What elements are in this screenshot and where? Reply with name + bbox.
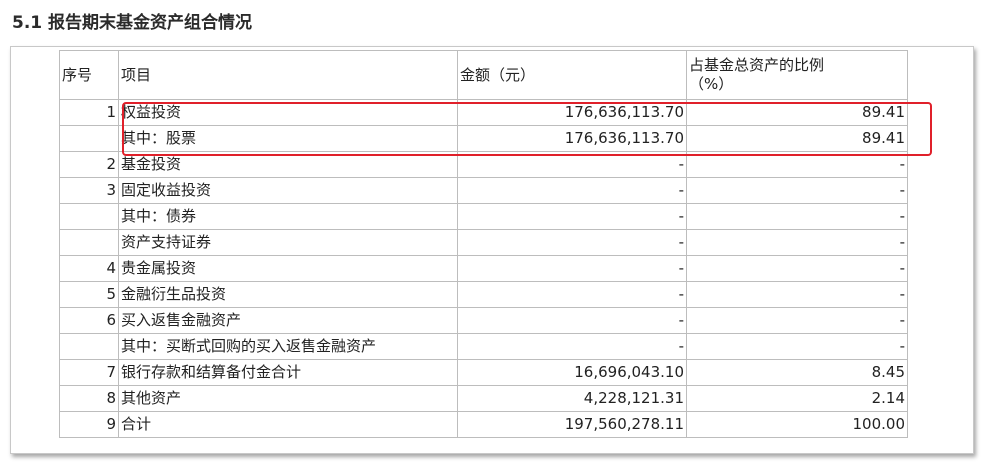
row-no: 4 [59, 255, 119, 282]
table-row: 5 金融衍生品投资 - - [59, 281, 908, 308]
header-no: 序号 [59, 50, 119, 100]
row-percent: 2.14 [686, 385, 908, 412]
row-amount: 176,636,113.70 [457, 99, 687, 126]
row-item: 其中：买断式回购的买入返售金融资产 [118, 333, 458, 360]
row-item: 合计 [118, 411, 458, 438]
row-amount: - [457, 333, 687, 360]
row-no: 6 [59, 307, 119, 334]
header-percent-line1: 占基金总资产的比例 [689, 56, 825, 74]
asset-allocation-table: 序号 项目 金额（元） 占基金总资产的比例 （%） 1 权益投资 176,636,1… [59, 50, 908, 438]
section-title: 5.1 报告期末基金资产组合情况 [12, 13, 253, 33]
table-row: 其中：债券 - - [59, 203, 908, 230]
row-item: 其他资产 [118, 385, 458, 412]
row-item: 基金投资 [118, 151, 458, 178]
table-row: 其中：买断式回购的买入返售金融资产 - - [59, 333, 908, 360]
row-item: 金融衍生品投资 [118, 281, 458, 308]
row-item: 银行存款和结算备付金合计 [118, 359, 458, 386]
row-amount: 4,228,121.31 [457, 385, 687, 412]
row-percent: 89.41 [686, 125, 908, 152]
row-item: 其中：债券 [118, 203, 458, 230]
row-percent: - [686, 281, 908, 308]
row-item: 权益投资 [118, 99, 458, 126]
row-percent: - [686, 255, 908, 282]
header-percent: 占基金总资产的比例 （%） [686, 50, 908, 100]
row-amount: - [457, 151, 687, 178]
table-row: 2 基金投资 - - [59, 151, 908, 178]
row-percent: - [686, 307, 908, 334]
header-row: 序号 项目 金额（元） 占基金总资产的比例 （%） [59, 50, 908, 100]
table-row: 其中：股票 176,636,113.70 89.41 [59, 125, 908, 152]
row-no [59, 203, 119, 230]
table-row: 7 银行存款和结算备付金合计 16,696,043.10 8.45 [59, 359, 908, 386]
table-row: 8 其他资产 4,228,121.31 2.14 [59, 385, 908, 412]
header-percent-line2: （%） [689, 75, 734, 93]
table-panel: 序号 项目 金额（元） 占基金总资产的比例 （%） 1 权益投资 176,636,1… [10, 46, 974, 454]
row-percent: - [686, 151, 908, 178]
table-row: 6 买入返售金融资产 - - [59, 307, 908, 334]
row-no: 9 [59, 411, 119, 438]
row-item: 买入返售金融资产 [118, 307, 458, 334]
row-amount: 176,636,113.70 [457, 125, 687, 152]
row-percent: 89.41 [686, 99, 908, 126]
row-amount: 16,696,043.10 [457, 359, 687, 386]
row-no: 1 [59, 99, 119, 126]
row-no: 7 [59, 359, 119, 386]
row-no [59, 125, 119, 152]
row-item: 固定收益投资 [118, 177, 458, 204]
row-percent: - [686, 177, 908, 204]
row-no: 3 [59, 177, 119, 204]
header-amount: 金额（元） [457, 50, 687, 100]
table-row: 3 固定收益投资 - - [59, 177, 908, 204]
row-no: 2 [59, 151, 119, 178]
row-percent: - [686, 333, 908, 360]
row-amount: 197,560,278.11 [457, 411, 687, 438]
row-percent: 100.00 [686, 411, 908, 438]
row-item: 贵金属投资 [118, 255, 458, 282]
row-amount: - [457, 307, 687, 334]
row-amount: - [457, 229, 687, 256]
row-item: 其中：股票 [118, 125, 458, 152]
table-row: 1 权益投资 176,636,113.70 89.41 [59, 99, 908, 126]
row-no: 8 [59, 385, 119, 412]
row-no [59, 333, 119, 360]
row-amount: - [457, 177, 687, 204]
row-no: 5 [59, 281, 119, 308]
row-amount: - [457, 203, 687, 230]
table-row: 9 合计 197,560,278.11 100.00 [59, 411, 908, 438]
row-no [59, 229, 119, 256]
header-item: 项目 [118, 50, 458, 100]
row-percent: - [686, 203, 908, 230]
table-row: 资产支持证券 - - [59, 229, 908, 256]
row-amount: - [457, 255, 687, 282]
row-percent: - [686, 229, 908, 256]
row-percent: 8.45 [686, 359, 908, 386]
row-amount: - [457, 281, 687, 308]
table-row: 4 贵金属投资 - - [59, 255, 908, 282]
row-item: 资产支持证券 [118, 229, 458, 256]
